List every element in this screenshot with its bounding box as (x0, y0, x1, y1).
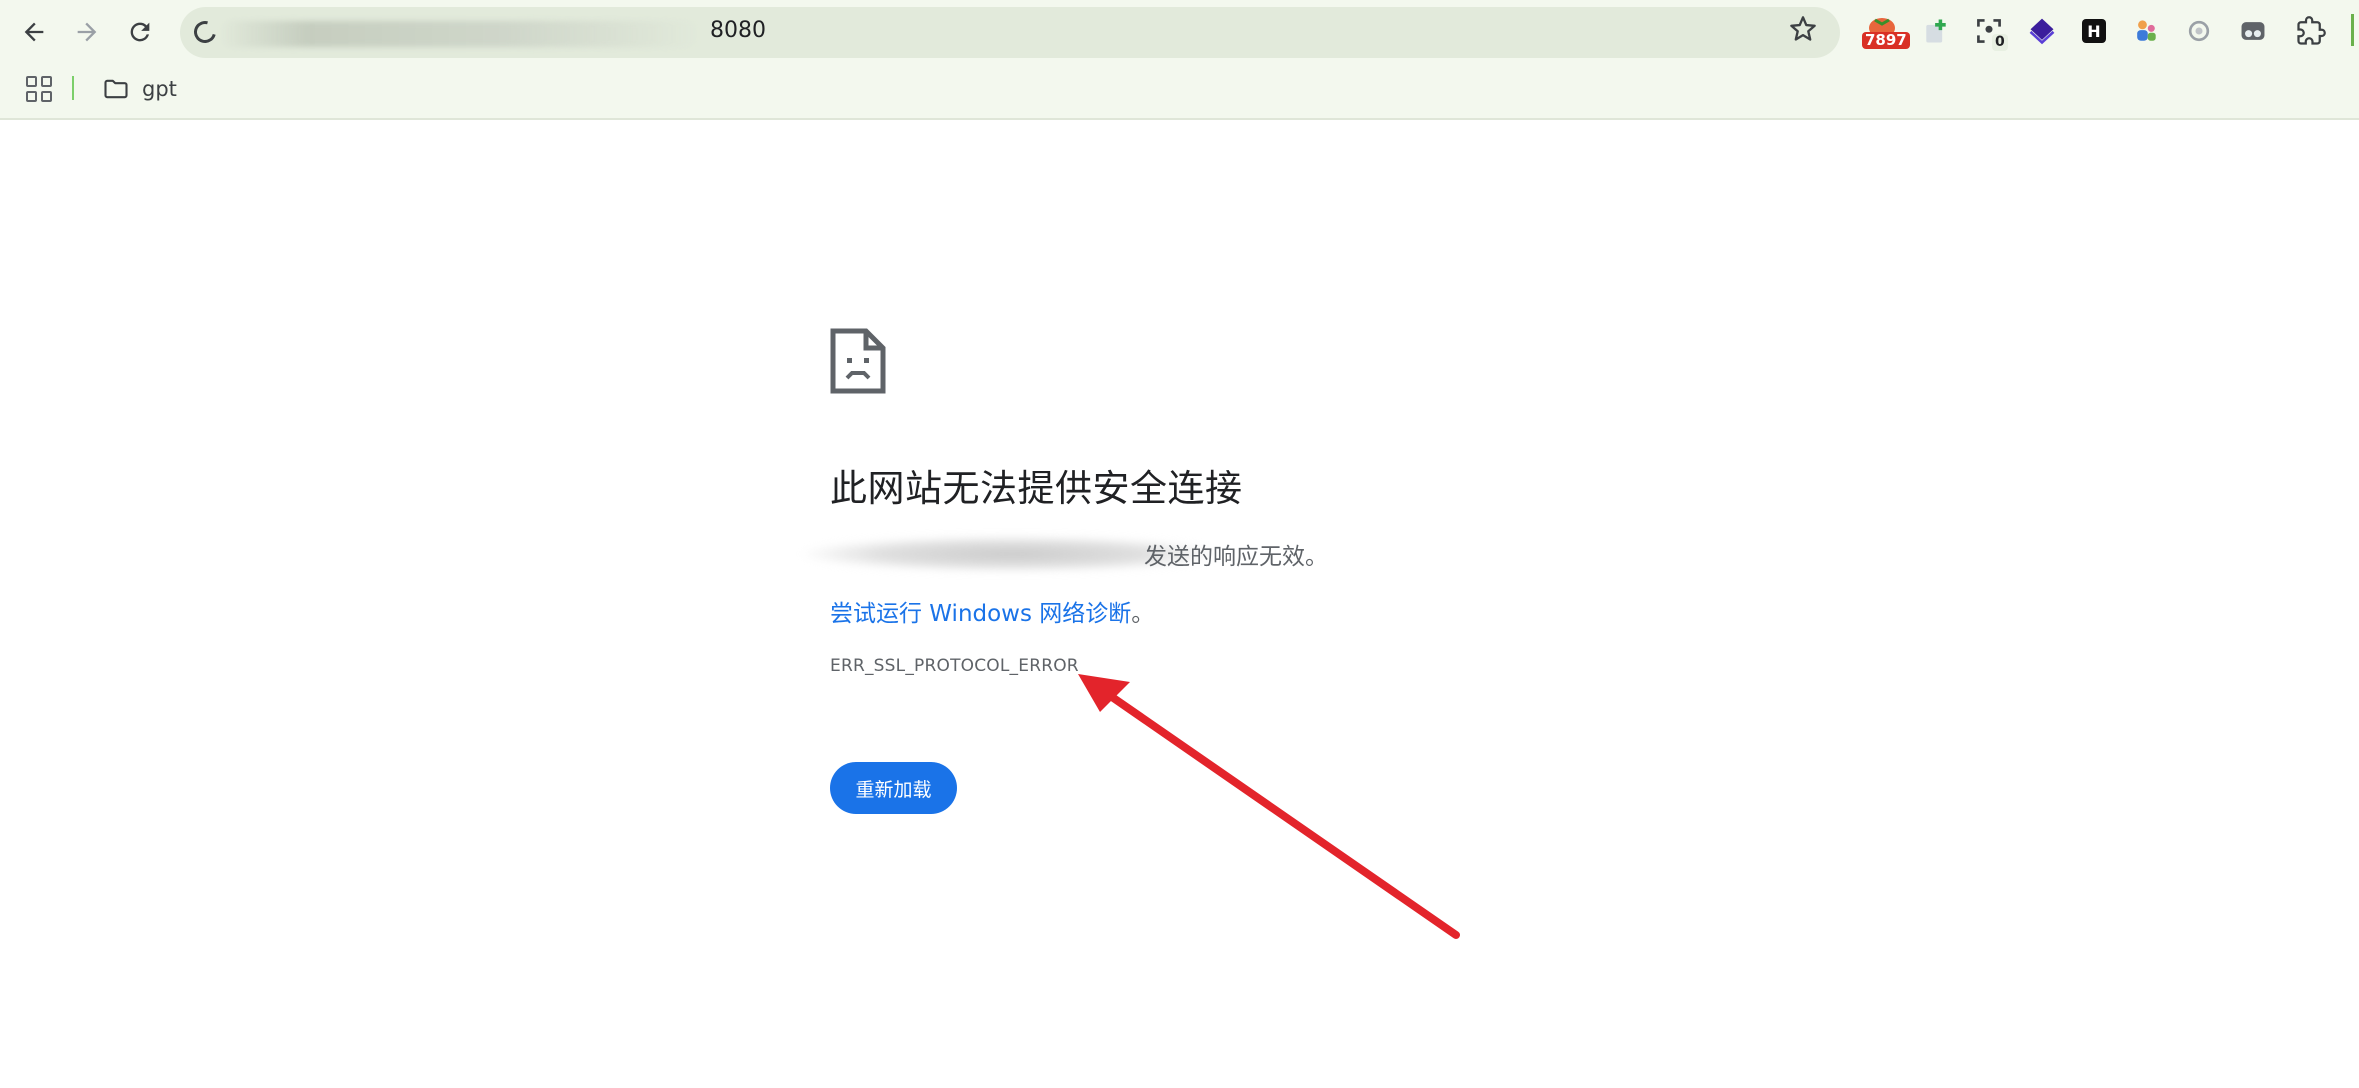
bookmark-star-button[interactable] (1786, 12, 1820, 46)
extension-badge-count: 7897 (1862, 32, 1910, 49)
extension-badge-count: 0 (1992, 34, 2008, 51)
error-suggestion: 尝试运行 Windows 网络诊断。 (830, 594, 1154, 628)
back-button[interactable] (14, 12, 54, 52)
address-bar[interactable]: 8080 (180, 7, 1840, 58)
suggestion-period: 。 (1131, 601, 1155, 627)
apps-grid-icon[interactable] (26, 76, 52, 102)
error-description-text: 发送的响应无效。 (1144, 544, 1328, 570)
annotation-arrow-shaft (1108, 693, 1460, 939)
green-plus-extension-icon[interactable] (1919, 14, 1953, 48)
h-logo-extension-icon[interactable]: H (2077, 14, 2111, 48)
error-code: ERR_SSL_PROTOCOL_ERROR (830, 656, 1079, 676)
forward-arrow-icon (77, 22, 97, 42)
reload-button[interactable]: 重新加载 (830, 762, 957, 814)
loading-spinner-icon (189, 16, 221, 48)
tomato-extension-icon[interactable]: 7897 (1862, 14, 1910, 49)
bookmark-folder-label: gpt (142, 77, 177, 101)
address-bar-url-port: 8080 (710, 18, 766, 43)
bookmark-folder-gpt[interactable]: gpt (96, 72, 183, 106)
redacted-url-host (220, 21, 700, 47)
people-extension-icon[interactable] (2129, 14, 2163, 48)
capture-extension-icon[interactable]: 0 (1972, 14, 2008, 51)
glasses-extension-icon[interactable] (2236, 14, 2270, 48)
annotation-arrow-head (1078, 674, 1130, 712)
gray-circle-extension-icon[interactable] (2182, 14, 2216, 48)
error-title: 此网站无法提供安全连接 (830, 467, 1243, 510)
reload-page-button[interactable] (120, 12, 160, 52)
error-description: 发送的响应无效。 (802, 536, 1350, 572)
window-edge-indicator (2351, 14, 2354, 46)
back-arrow-icon (24, 22, 44, 42)
sad-page-icon (830, 328, 886, 394)
browser-toolbar: 8080 7897 0 H gpt (0, 0, 2359, 120)
network-diagnostics-link[interactable]: 尝试运行 Windows 网络诊断 (830, 601, 1131, 627)
puzzle-extensions-icon[interactable] (2294, 14, 2328, 48)
purple-diamond-extension-icon[interactable] (2025, 14, 2059, 48)
star-icon (1790, 16, 1816, 41)
folder-icon (104, 79, 128, 99)
bookmarks-separator (72, 76, 74, 100)
refresh-icon (130, 22, 150, 42)
forward-button[interactable] (67, 12, 107, 52)
